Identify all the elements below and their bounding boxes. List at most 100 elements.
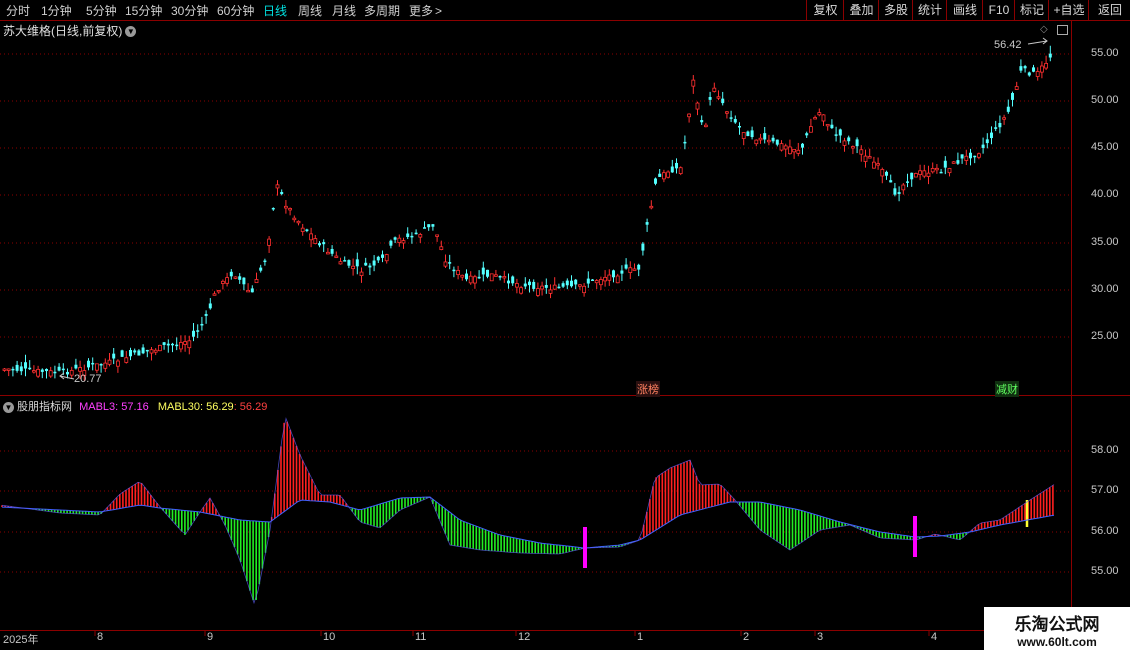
candle-body [254, 279, 259, 284]
candle-body [683, 141, 687, 144]
candle-body [322, 242, 326, 245]
candle-body [847, 137, 851, 142]
candle-body [511, 276, 515, 284]
candle-body [171, 343, 174, 346]
time-tick: 8 [97, 631, 104, 643]
candle-body [15, 364, 19, 371]
chevron-down-icon[interactable]: ▼ [3, 401, 14, 413]
candle-body [384, 254, 389, 262]
window-toggle-icon[interactable] [1057, 25, 1068, 35]
candle-body [175, 344, 179, 347]
watermark-url: www.60lt.com [1017, 635, 1097, 649]
candle-body [649, 205, 654, 209]
candle-body [632, 268, 637, 271]
candle-body [666, 171, 670, 178]
candle-body [939, 171, 943, 174]
candle-body [435, 234, 440, 237]
indicator-name: 股朋指标网 [17, 401, 72, 413]
candle-body [956, 160, 960, 164]
candle-body [410, 235, 414, 238]
candle-body [397, 237, 402, 244]
candle-body [885, 171, 888, 176]
candle-body [746, 131, 750, 137]
candle-body [192, 330, 195, 337]
chevron-down-icon[interactable]: ▼ [125, 26, 137, 38]
candle-body [813, 117, 817, 120]
candle-body [838, 129, 842, 136]
candle-body [863, 155, 868, 162]
candle-body [292, 217, 297, 221]
candle-body [11, 368, 15, 371]
candle-body [481, 267, 485, 275]
candle-body [107, 359, 112, 365]
candle-body [48, 370, 53, 377]
candle-body [145, 349, 149, 352]
candle-body [612, 270, 615, 278]
candle-body [486, 269, 489, 277]
time-tick: 9 [207, 631, 214, 643]
chart-canvas [0, 37, 1071, 636]
candle-body [1002, 117, 1006, 120]
candle-body [53, 371, 57, 374]
candle-body [582, 285, 586, 294]
candle-body [99, 363, 103, 366]
candle-body [116, 360, 120, 367]
candle-body [977, 153, 981, 158]
candle-body [935, 167, 939, 171]
candle-body [347, 260, 351, 266]
zhangbang-tag[interactable]: 涨榜 [636, 381, 660, 397]
indicator-tick: 58.00 [1091, 444, 1119, 456]
candle-body [220, 280, 225, 284]
candle-body [368, 265, 372, 268]
candle-body [355, 259, 359, 267]
candle-body [233, 276, 238, 279]
candle-body [448, 262, 452, 264]
candle-body [716, 96, 721, 99]
candle-body [204, 314, 208, 316]
candle-body [528, 281, 531, 286]
candle-body [733, 119, 737, 123]
candle-body [343, 260, 347, 262]
time-tick: 1 [637, 631, 644, 643]
candle-body [767, 139, 771, 143]
candle-body [502, 276, 507, 279]
candle-body [586, 278, 590, 284]
candle-body [6, 368, 11, 371]
jiancai-tag[interactable]: 减财 [995, 381, 1019, 397]
indicator-title: ▼ 股朋指标网 MABL3: 57.16 MABL30: 56.29: 56.29 [3, 398, 267, 414]
signal-bar [913, 516, 917, 557]
candle-body [725, 111, 729, 114]
candle-body [120, 350, 124, 357]
candle-body [544, 284, 548, 288]
candle-body [19, 366, 23, 372]
candle-body [645, 222, 649, 225]
price-tick: 35.00 [1091, 236, 1119, 248]
candle-body [973, 155, 977, 158]
candle-body [700, 120, 704, 123]
time-tick: 2 [743, 631, 750, 643]
candle-body [91, 362, 95, 365]
max-price-label: 56.42 [994, 39, 1022, 51]
candle-body [288, 208, 293, 211]
candle-body [540, 285, 544, 290]
price-tick: 50.00 [1091, 94, 1119, 106]
mabl3-line [1, 417, 1055, 605]
candle-body [74, 364, 78, 369]
indicator-tick: 55.00 [1091, 565, 1119, 577]
candle-body [208, 303, 212, 309]
diamond-icon[interactable]: ◇ [1040, 24, 1048, 35]
candle-body [570, 280, 573, 287]
candle-body [557, 286, 561, 289]
candle-body [389, 240, 393, 246]
candle-body [691, 79, 696, 87]
candle-body [805, 133, 809, 136]
stock-title[interactable]: 苏大维格(日线,前复权) ▼ [3, 22, 137, 39]
candle-body [69, 369, 74, 376]
candle-body [628, 267, 633, 273]
candle-body [133, 350, 137, 353]
candle-body [926, 172, 931, 177]
candle-body [620, 270, 624, 274]
candle-body [872, 161, 876, 169]
candle-body [1023, 66, 1027, 69]
candle-body [981, 144, 985, 148]
